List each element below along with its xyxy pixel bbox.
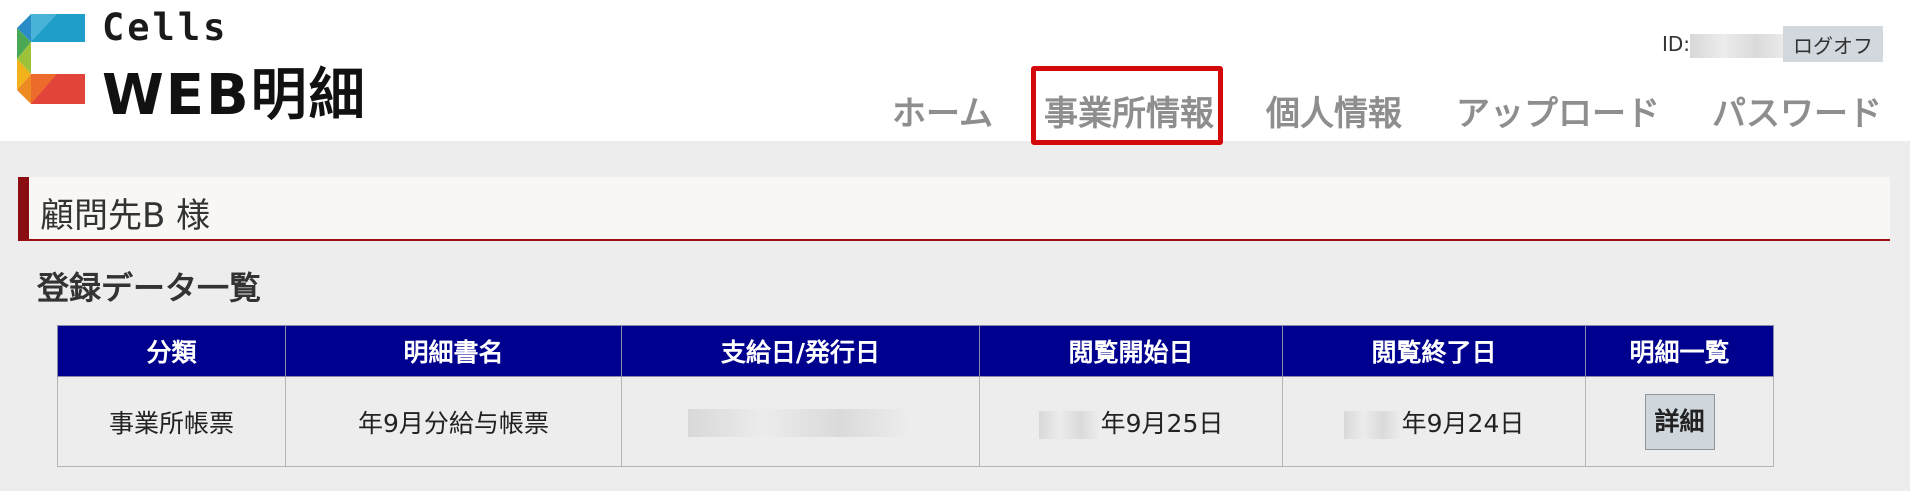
cell-category: 事業所帳票 [57, 376, 286, 467]
logo-brand-text: Cells [102, 6, 229, 49]
section-title: 登録データ一覧 [37, 269, 262, 307]
cell-pay-date [621, 376, 980, 467]
data-table: 分類 明細書名 支給日/発行日 閲覧開始日 閲覧終了日 明細一覧 事業所帳票 年… [57, 325, 1774, 467]
header-view-start: 閲覧開始日 [979, 325, 1283, 377]
header-doc-name: 明細書名 [285, 325, 622, 377]
user-id-label: ID: [1662, 32, 1691, 56]
nav-password[interactable]: パスワード [1712, 86, 1882, 134]
header-view-end: 閲覧終了日 [1282, 325, 1586, 377]
nav-upload[interactable]: アップロード [1456, 86, 1660, 134]
logo-product-text: WEB明細 [102, 63, 367, 128]
nav-highlight-box [1031, 66, 1223, 145]
view-end-year-redacted [1343, 410, 1402, 439]
header-detail-list: 明細一覧 [1585, 325, 1774, 377]
cell-detail: 詳細 [1585, 376, 1774, 467]
header-bar: Cells WEB明細 ID: ログオフ ホーム 事業所情報 個人情報 アップロ… [0, 0, 1910, 145]
nav-home[interactable]: ホーム [892, 86, 993, 134]
detail-button[interactable]: 詳細 [1644, 393, 1715, 450]
logoff-button[interactable]: ログオフ [1783, 26, 1883, 62]
cell-view-start: 年9月25日 [979, 376, 1283, 467]
header-pay-date: 支給日/発行日 [621, 325, 980, 377]
customer-bar [18, 177, 1890, 241]
table-row: 事業所帳票 年9月分給与帳票 年9月25日 年9月24日 詳細 [57, 376, 1774, 467]
customer-name: 顧問先B 様 [40, 196, 211, 236]
user-id: ID: [1662, 32, 1791, 58]
user-id-redacted [1690, 33, 1791, 58]
view-start-text: 年9月25日 [1100, 408, 1224, 438]
cell-view-end: 年9月24日 [1282, 376, 1586, 467]
nav-personal-info[interactable]: 個人情報 [1266, 86, 1402, 134]
pay-date-redacted [687, 408, 914, 437]
view-start-year-redacted [1038, 410, 1101, 439]
table-header-row: 分類 明細書名 支給日/発行日 閲覧開始日 閲覧終了日 明細一覧 [57, 325, 1774, 377]
cells-logo-icon [17, 14, 85, 104]
view-end-text: 年9月24日 [1401, 408, 1525, 438]
header-category: 分類 [57, 325, 286, 377]
cell-doc-name: 年9月分給与帳票 [285, 376, 622, 467]
